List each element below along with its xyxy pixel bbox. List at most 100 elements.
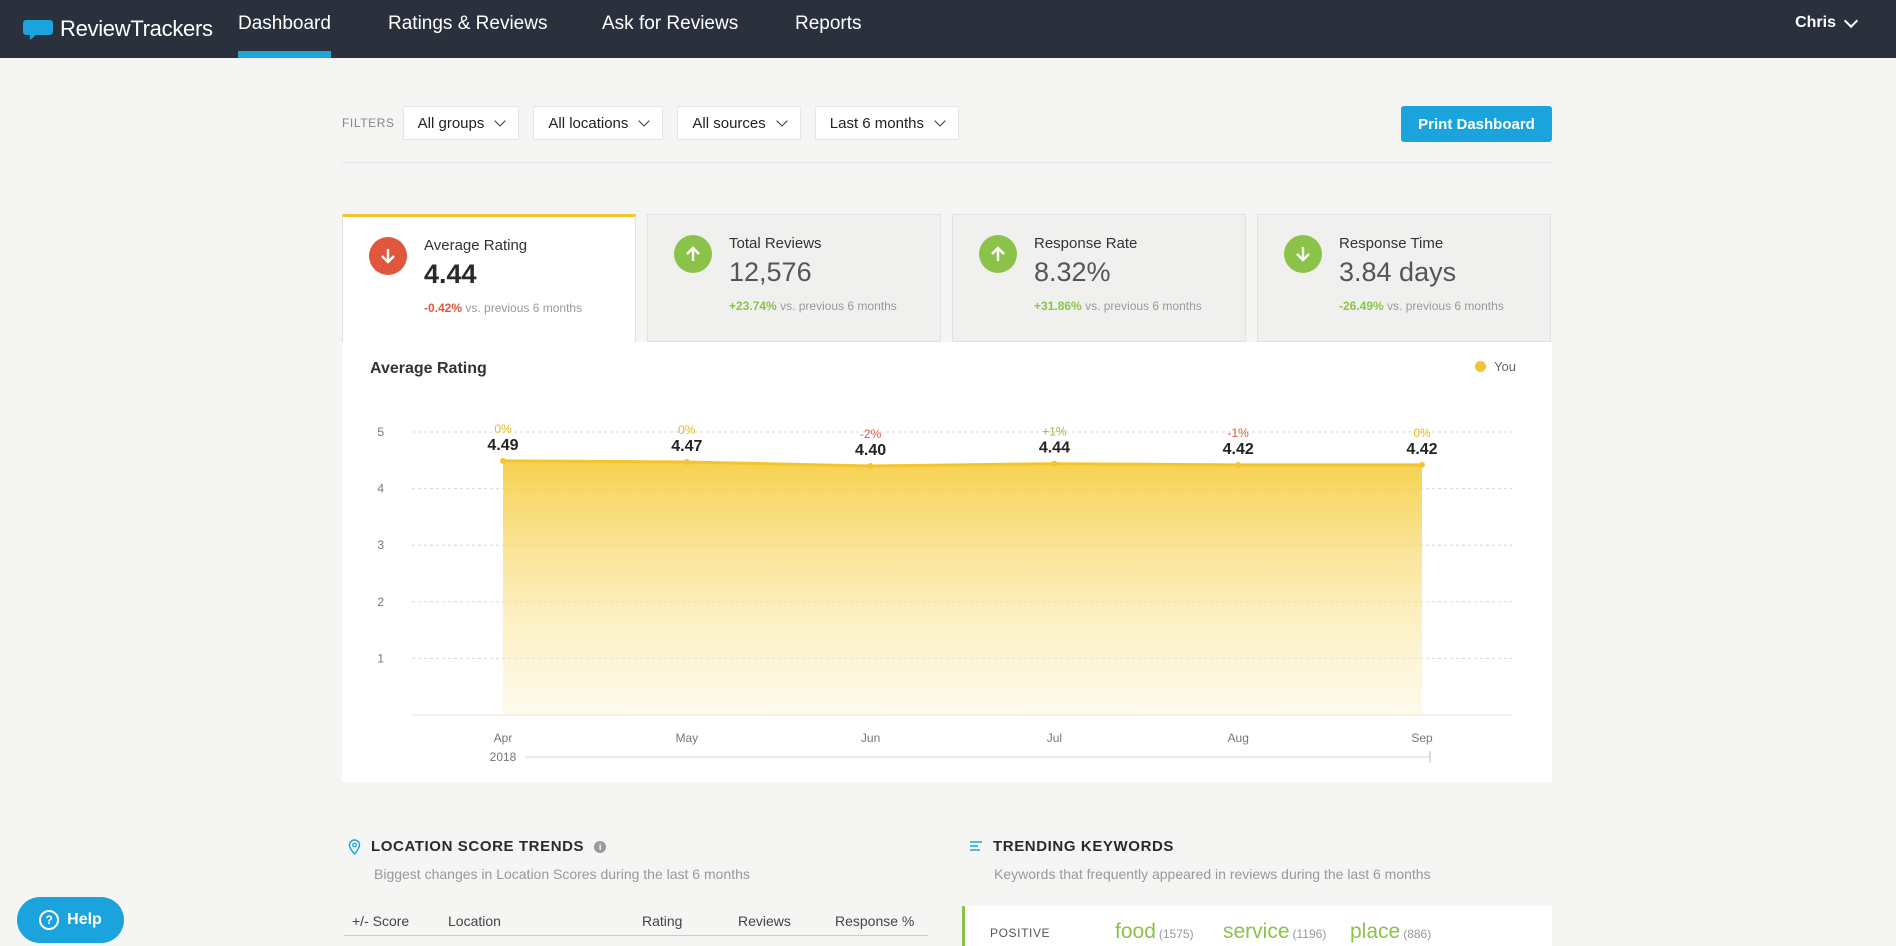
stat-change-pct: -0.42% [424,301,463,315]
keyword-word: food [1115,920,1156,943]
legend-label: You [1494,359,1516,374]
stat-card-response-time[interactable]: Response Time 3.84 days -26.49% vs. prev… [1257,214,1551,342]
arrow-up-icon [979,235,1017,273]
stat-change-pct: +31.86% [1034,299,1082,313]
keyword-word: place [1350,920,1401,943]
chart-title: Average Rating [370,360,487,377]
data-label: 4.40 [855,442,886,459]
stat-title: Average Rating [424,237,528,254]
change-label: -1% [1228,426,1250,440]
filter-date-range[interactable]: Last 6 months [814,106,959,140]
trending-keywords-subtitle: Keywords that frequently appeared in rev… [994,866,1431,882]
filters-bar: FILTERS All groups All locations All sou… [342,106,959,140]
nav-ask-for-reviews[interactable]: Ask for Reviews [602,0,738,58]
nav-dashboard[interactable]: Dashboard [238,0,331,58]
stat-change-suffix: vs. previous 6 months [1387,299,1504,313]
col-response-pct[interactable]: Response % [835,913,914,929]
keyword-count: (1196) [1292,927,1327,941]
stat-card-total-reviews[interactable]: Total Reviews 12,576 +23.74% vs. previou… [647,214,941,342]
arrow-down-icon [369,237,407,275]
location-trends-header: LOCATION SCORE TRENDS i [348,838,607,855]
filter-locations[interactable]: All locations [533,106,664,140]
data-point[interactable] [1235,461,1242,468]
logo-icon [23,20,53,40]
legend-dot-icon [1475,361,1487,372]
keyword-item[interactable]: service (1196) [1223,920,1326,944]
change-label: +1% [1042,425,1067,439]
y-tick-label: 1 [377,651,384,665]
data-point[interactable] [867,462,874,469]
x-tick-label: Apr [494,731,513,745]
chevron-down-icon [1843,13,1859,28]
keyword-item[interactable]: food (1575) [1115,920,1194,944]
chevron-down-icon [638,114,651,127]
stat-change-pct: +23.74% [729,299,777,313]
user-menu[interactable]: Chris [1795,13,1859,32]
nav-ratings-reviews[interactable]: Ratings & Reviews [388,0,547,58]
filter-groups-label: All groups [417,114,485,132]
x-tick-label: Sep [1411,731,1433,745]
data-point[interactable] [683,458,690,465]
user-name: Chris [1795,14,1836,31]
stat-change-suffix: vs. previous 6 months [780,299,897,313]
keyword-count: (1575) [1158,927,1194,941]
x-tick-label: Aug [1228,731,1249,745]
stat-title: Response Time [1339,235,1444,252]
col-reviews[interactable]: Reviews [738,913,791,929]
stat-change: -0.42% vs. previous 6 months [424,301,582,315]
arrow-up-icon [674,235,712,273]
data-point[interactable] [500,457,506,464]
print-dashboard-button[interactable]: Print Dashboard [1401,106,1552,142]
stat-value: 4.44 [424,259,477,289]
data-label: 4.47 [671,438,702,455]
help-button[interactable]: ? Help [17,897,124,943]
info-icon[interactable]: i [594,840,607,853]
question-icon: ? [39,910,60,930]
stat-change-suffix: vs. previous 6 months [1085,299,1202,313]
filter-locations-label: All locations [548,114,629,132]
data-label: 4.44 [1039,440,1070,457]
stat-change-suffix: vs. previous 6 months [465,301,583,315]
filter-date-range-label: Last 6 months [829,114,924,132]
location-pin-icon [348,838,361,855]
change-label: 0% [678,423,696,437]
arrow-down-icon [1284,235,1322,273]
col-score-change[interactable]: +/- Score [352,913,409,929]
nav-reports[interactable]: Reports [795,0,862,58]
col-location[interactable]: Location [448,913,501,929]
chevron-down-icon [776,114,788,127]
chevron-down-icon [494,114,507,127]
logo[interactable]: ReviewTrackers [22,15,213,43]
trending-keywords-title: TRENDING KEYWORDS [993,838,1175,855]
keyword-count: (886) [1403,927,1432,941]
data-point[interactable] [1419,461,1425,468]
data-point[interactable] [1051,460,1058,467]
top-nav: ReviewTrackers Dashboard Ratings & Revie… [0,0,1896,58]
keyword-item[interactable]: place (886) [1350,920,1431,944]
filter-sources-label: All sources [692,114,766,132]
stat-change-pct: -26.49% [1339,299,1384,313]
stat-title: Response Rate [1034,235,1138,252]
change-label: -2% [860,427,882,441]
col-rating[interactable]: Rating [642,913,682,929]
positive-label: POSITIVE [990,926,1051,940]
filters-label: FILTERS [342,116,395,130]
stat-card-average-rating[interactable]: Average Rating 4.44 -0.42% vs. previous … [342,214,636,344]
filter-sources[interactable]: All sources [677,106,801,140]
logo-text: ReviewTrackers [60,16,213,41]
stat-change: +31.86% vs. previous 6 months [1034,299,1202,313]
stat-value: 12,576 [729,257,812,287]
year-label: 2018 [490,750,517,764]
change-label: 0% [494,422,512,436]
stat-card-response-rate[interactable]: Response Rate 8.32% +31.86% vs. previous… [952,214,1246,342]
list-icon [970,840,982,851]
stat-value: 3.84 days [1339,257,1457,287]
location-trends-table-header: +/- Score Location Rating Reviews Respon… [344,906,928,936]
filter-groups[interactable]: All groups [402,106,520,140]
change-label: 0% [1413,426,1431,440]
y-tick-label: 5 [377,425,384,439]
data-label: 4.49 [487,437,518,454]
y-tick-label: 4 [377,482,384,496]
x-tick-label: May [675,731,698,745]
chart-legend[interactable]: You [1475,359,1516,374]
